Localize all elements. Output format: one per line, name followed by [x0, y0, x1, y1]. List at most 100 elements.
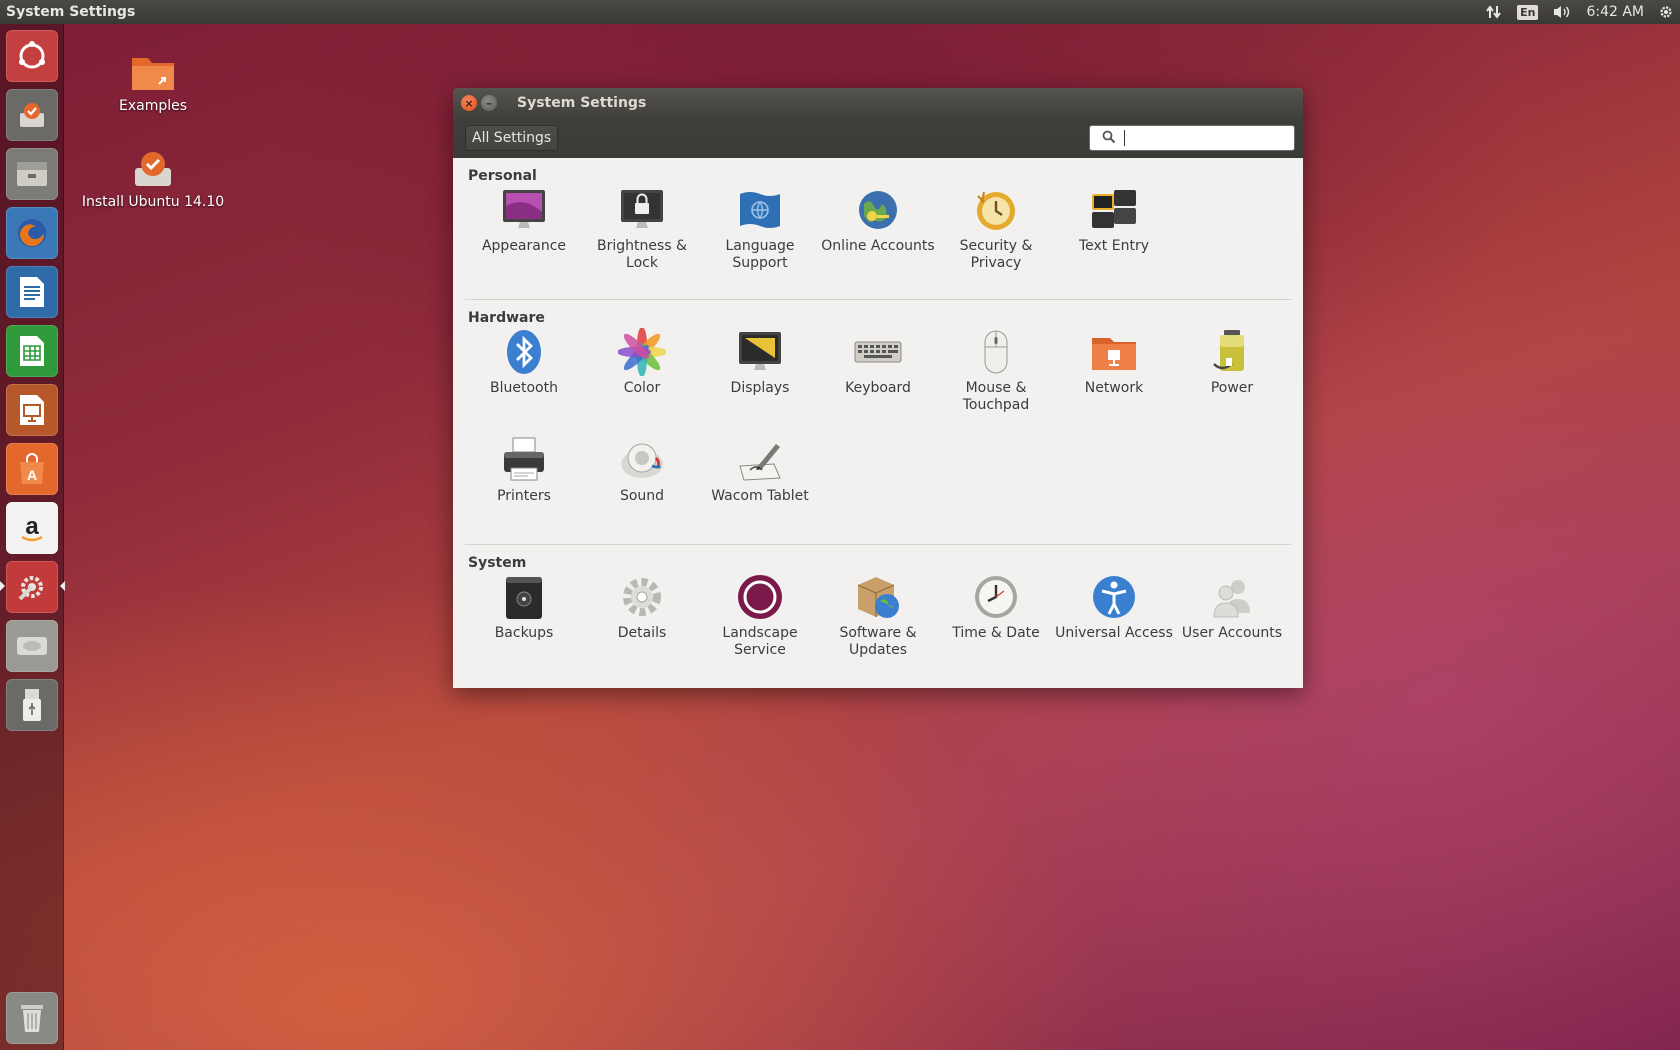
system-settings-icon[interactable]: [6, 561, 58, 613]
trash-icon[interactable]: [6, 992, 58, 1044]
universal-access-icon: [1090, 573, 1138, 621]
running-indicator-icon: [0, 581, 5, 591]
time-date-icon: [972, 573, 1020, 621]
settings-item-label: Color: [623, 380, 661, 396]
session-gear-icon[interactable]: [1658, 4, 1674, 20]
amazon-icon[interactable]: a: [6, 502, 58, 554]
settings-item-brightness-lock[interactable]: Brightness & Lock: [583, 186, 701, 299]
dash-home-icon[interactable]: [6, 30, 58, 82]
settings-item-universal-access[interactable]: Universal Access: [1055, 573, 1173, 683]
settings-item-user-accounts[interactable]: User Accounts: [1173, 573, 1291, 683]
settings-item-landscape-service[interactable]: Landscape Service: [701, 573, 819, 683]
keyboard-layout-indicator[interactable]: En: [1517, 4, 1539, 20]
volume-icon[interactable]: [1552, 4, 1572, 20]
user-accounts-icon: [1208, 573, 1256, 621]
settings-item-backups[interactable]: Backups: [465, 573, 583, 683]
online-accounts-icon: [854, 186, 902, 234]
text-entry-icon: [1090, 186, 1138, 234]
settings-item-label: Landscape Service: [722, 625, 798, 658]
settings-item-label: Brightness & Lock: [597, 238, 687, 271]
settings-item-keyboard[interactable]: Keyboard: [819, 328, 937, 435]
keyboard-icon: [854, 328, 902, 376]
printers-icon: [500, 436, 548, 484]
focused-indicator-icon: [60, 581, 65, 591]
sound-icon: [618, 436, 666, 484]
disk-drive-icon[interactable]: [6, 620, 58, 672]
settings-item-label: Time & Date: [952, 625, 1040, 641]
settings-item-label: Details: [617, 625, 667, 641]
settings-item-label: Text Entry: [1078, 238, 1149, 254]
libreoffice-writer-icon[interactable]: [6, 266, 58, 318]
usb-drive-icon[interactable]: [6, 679, 58, 731]
active-app-title: System Settings: [6, 4, 136, 20]
search-field[interactable]: [1089, 125, 1295, 151]
settings-item-label: Power: [1210, 380, 1254, 396]
folder-icon: [129, 50, 177, 94]
firefox-icon[interactable]: [6, 207, 58, 259]
settings-item-security-privacy[interactable]: Security & Privacy: [937, 186, 1055, 299]
network-icon: [1090, 328, 1138, 376]
settings-item-text-entry[interactable]: Text Entry: [1055, 186, 1173, 299]
settings-item-time-date[interactable]: Time & Date: [937, 573, 1055, 683]
settings-item-power[interactable]: Power: [1173, 328, 1291, 435]
settings-item-software-updates[interactable]: Software & Updates: [819, 573, 937, 683]
settings-item-label: Displays: [730, 380, 790, 396]
wacom-tablet-icon: [736, 436, 784, 484]
settings-item-label: Backups: [494, 625, 554, 641]
landscape-service-icon: [736, 573, 784, 621]
software-updates-icon: [854, 573, 902, 621]
settings-item-color[interactable]: Color: [583, 327, 701, 435]
settings-item-label: Mouse & Touchpad: [962, 380, 1030, 413]
power-icon: [1208, 328, 1256, 376]
clock[interactable]: 6:42 AM: [1586, 4, 1644, 20]
settings-item-language-support[interactable]: Language Support: [701, 186, 819, 299]
mouse-touchpad-icon: [972, 328, 1020, 376]
section-title: Personal: [468, 168, 537, 184]
window-titlebar[interactable]: × – System Settings: [453, 88, 1303, 118]
language-support-icon: [736, 186, 784, 234]
settings-item-network[interactable]: Network: [1055, 328, 1173, 435]
launcher: A a: [0, 24, 65, 1050]
all-settings-button[interactable]: All Settings: [465, 125, 559, 151]
libreoffice-calc-icon[interactable]: [6, 325, 58, 377]
install-ubuntu-icon: [129, 146, 177, 190]
install-ubuntu-icon[interactable]: [6, 89, 58, 141]
settings-item-wacom-tablet[interactable]: Wacom Tablet: [701, 436, 819, 543]
settings-grid: Backups Details Landscape Service Softwa…: [465, 573, 1291, 683]
settings-item-appearance[interactable]: Appearance: [465, 186, 583, 299]
displays-icon: [736, 328, 784, 376]
desktop-icon-label: Install Ubuntu 14.10: [81, 194, 225, 210]
settings-item-label: Universal Access: [1055, 625, 1173, 641]
settings-content: Personal Appearance Brightness & Lock La…: [453, 158, 1303, 683]
settings-item-mouse-touchpad[interactable]: Mouse & Touchpad: [937, 328, 1055, 435]
section-personal: Personal Appearance Brightness & Lock La…: [465, 158, 1291, 300]
desktop-icon-examples[interactable]: Examples: [73, 50, 233, 114]
settings-item-label: Bluetooth: [490, 380, 558, 396]
settings-item-label: Wacom Tablet: [711, 488, 809, 504]
settings-item-sound[interactable]: Sound: [583, 436, 701, 543]
svg-text:a: a: [25, 513, 39, 540]
network-updown-icon[interactable]: [1485, 4, 1503, 20]
settings-item-details[interactable]: Details: [583, 573, 701, 683]
libreoffice-impress-icon[interactable]: [6, 384, 58, 436]
settings-item-online-accounts[interactable]: Online Accounts: [819, 186, 937, 299]
settings-item-label: Language Support: [725, 238, 795, 271]
desktop-icon-install-ubuntu[interactable]: Install Ubuntu 14.10: [73, 146, 233, 210]
settings-item-displays[interactable]: Displays: [701, 328, 819, 435]
settings-grid: Appearance Brightness & Lock Language Su…: [465, 186, 1291, 299]
appearance-icon: [500, 186, 548, 234]
close-button[interactable]: ×: [461, 95, 477, 111]
indicator-area: En 6:42 AM: [1485, 4, 1674, 20]
brightness-lock-icon: [618, 186, 666, 234]
settings-item-bluetooth[interactable]: Bluetooth: [465, 328, 583, 435]
settings-item-label: Printers: [497, 488, 551, 504]
files-icon[interactable]: [6, 148, 58, 200]
section-hardware: Hardware Bluetooth Color Displays Keyboa…: [465, 300, 1291, 545]
system-settings-window: × – System Settings All Settings Persona…: [453, 88, 1303, 688]
minimize-button[interactable]: –: [481, 95, 497, 111]
settings-item-label: Appearance: [481, 238, 567, 254]
search-input[interactable]: [1124, 130, 1284, 146]
ubuntu-software-center-icon[interactable]: A: [6, 443, 58, 495]
security-privacy-icon: [972, 186, 1020, 234]
settings-item-printers[interactable]: Printers: [465, 436, 583, 543]
